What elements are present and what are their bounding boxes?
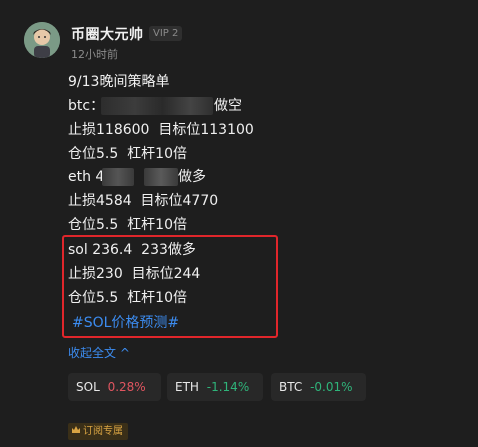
- post-title: 9/13晚间策略单: [68, 74, 170, 90]
- btc-line-suffix: 做空: [214, 98, 242, 114]
- redacted-eth-entry-2: [144, 168, 178, 186]
- ticker-change: -1.14%: [206, 380, 250, 394]
- post-card: 币圈大元帅 VIP 2 12小时前 9/13晚间策略单 btc： 做空 止损11…: [0, 0, 478, 447]
- avatar[interactable]: [24, 22, 60, 58]
- sol-entry: sol 236.4 233做多: [68, 242, 196, 258]
- subscription-badge-label: 订阅专属: [83, 426, 123, 437]
- ticker-symbol: BTC: [279, 380, 303, 394]
- post-timestamp: 12小时前: [71, 48, 118, 61]
- ticker-symbol: ETH: [175, 380, 199, 394]
- hashtag-link[interactable]: #SOL价格预测#: [72, 313, 179, 333]
- btc-stop-target: 止损118600 目标位113100: [68, 122, 254, 138]
- eth-line-prefix: eth 4: [68, 169, 105, 185]
- username[interactable]: 币圈大元帅: [71, 24, 144, 44]
- ticker-symbol: SOL: [76, 380, 100, 394]
- eth-line-suffix: 做多: [178, 169, 206, 185]
- redacted-eth-entry-1: [102, 168, 134, 186]
- ticker-btc[interactable]: BTC -0.01%: [271, 373, 366, 401]
- eth-stop-target: 止损4584 目标位4770: [68, 193, 219, 209]
- ticker-change: 0.28%: [107, 380, 146, 394]
- btc-line-prefix: btc：: [68, 98, 105, 114]
- ticker-eth[interactable]: ETH -1.14%: [167, 373, 263, 401]
- sol-position: 仓位5.5 杠杆10倍: [68, 290, 187, 306]
- redacted-btc-entry: [101, 97, 213, 115]
- btc-position: 仓位5.5 杠杆10倍: [68, 146, 187, 162]
- ticker-sol[interactable]: SOL 0.28%: [68, 373, 161, 401]
- sol-stop-target: 止损230 目标位244: [68, 266, 201, 282]
- vip-badge: VIP 2: [149, 26, 183, 41]
- ticker-change: -0.01%: [310, 380, 353, 394]
- eth-position: 仓位5.5 杠杆10倍: [68, 217, 187, 233]
- subscription-badge: 订阅专属: [68, 423, 128, 440]
- collapse-text-link[interactable]: 收起全文 ^: [68, 344, 130, 361]
- crown-icon: [71, 424, 81, 434]
